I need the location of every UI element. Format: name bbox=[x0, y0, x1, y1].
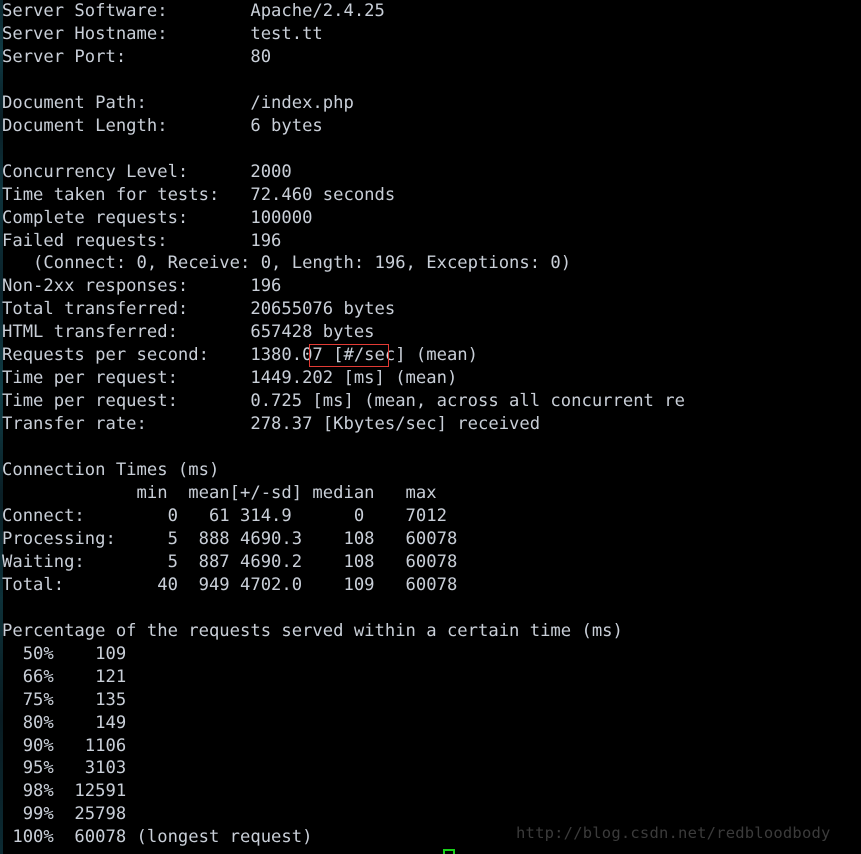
ab-benchmark-output-text: Server Software: Apache/2.4.25 Server Ho… bbox=[2, 1, 685, 848]
terminal-cursor bbox=[443, 849, 455, 854]
blog-watermark: http://blog.csdn.net/redbloodbody bbox=[516, 824, 831, 842]
terminal-window[interactable]: Server Software: Apache/2.4.25 Server Ho… bbox=[0, 0, 861, 854]
